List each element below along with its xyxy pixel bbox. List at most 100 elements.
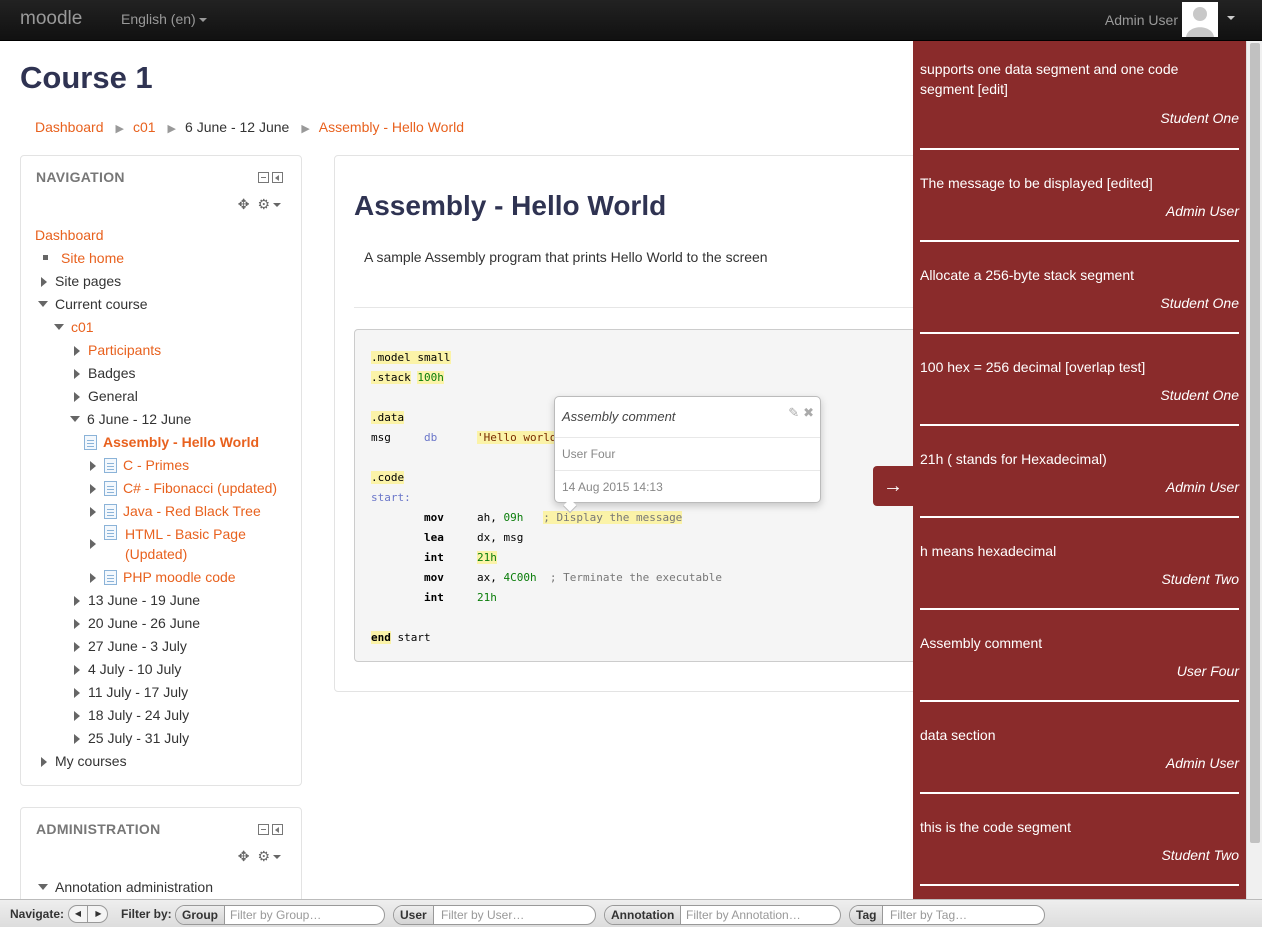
annotation-item[interactable]: 100 hex = 256 decimal [overlap test] Stu… [913, 337, 1246, 429]
nav-week-jul18[interactable]: 18 July - 24 July [74, 706, 189, 724]
code-token[interactable]: .stack [371, 371, 411, 384]
course-title: Course 1 [20, 60, 153, 95]
sidebar-scrollbar[interactable] [1246, 41, 1262, 899]
expand-icon[interactable] [90, 573, 96, 583]
language-menu[interactable]: English (en) [121, 11, 207, 27]
minimize-icon[interactable] [258, 172, 269, 183]
annotation-item[interactable]: Assembly comment User Four [913, 613, 1246, 705]
annotation-item[interactable]: h means hexadecimal Student Two [913, 521, 1246, 613]
user-menu-name[interactable]: Admin User [1105, 12, 1178, 28]
expand-icon[interactable] [74, 392, 80, 402]
collapse-icon[interactable] [38, 884, 48, 890]
expand-icon[interactable] [41, 277, 47, 287]
tag-filter-input[interactable] [890, 907, 1040, 923]
annotation-item[interactable]: The message to be displayed [edited] Adm… [913, 153, 1246, 245]
user-filter-input[interactable] [441, 907, 591, 923]
breadcrumb-dashboard[interactable]: Dashboard [35, 119, 104, 135]
expand-icon[interactable] [74, 642, 80, 652]
nav-site-home[interactable]: Site home [41, 249, 124, 267]
pencil-icon[interactable]: ✎ [788, 405, 799, 420]
annotation-item[interactable]: this is the code segment Student Two [913, 797, 1246, 889]
nav-participants[interactable]: Participants [74, 341, 161, 359]
close-icon[interactable]: ✖ [803, 405, 814, 420]
annotation-item[interactable]: 21h ( stands for Hexadecimal) Admin User [913, 429, 1246, 521]
nav-html-expand[interactable] [90, 525, 117, 552]
nav-my-courses[interactable]: My courses [41, 752, 127, 770]
code-token[interactable]: .model [371, 351, 411, 364]
nav-csharp[interactable]: C# - Fibonacci (updated) [90, 479, 277, 497]
dock-icon[interactable] [272, 824, 283, 835]
annotation-item[interactable]: data section Admin User [913, 705, 1246, 797]
expand-icon[interactable] [74, 346, 80, 356]
site-brand[interactable]: moodle [20, 8, 82, 30]
collapse-icon[interactable] [54, 324, 64, 330]
annotation-user: Student One [1160, 387, 1239, 403]
user-menu-caret-icon[interactable] [1227, 16, 1235, 20]
nav-dashboard[interactable]: Dashboard [35, 226, 104, 244]
nav-week-jun20[interactable]: 20 June - 26 June [74, 614, 200, 632]
expand-icon[interactable] [74, 619, 80, 629]
nav-site-pages[interactable]: Site pages [41, 272, 121, 290]
expand-icon[interactable] [90, 539, 96, 549]
annotation-item[interactable]: Allocate a 256-byte stack segment Studen… [913, 245, 1246, 337]
expand-icon[interactable] [74, 369, 80, 379]
nav-current-course[interactable]: Current course [38, 295, 148, 313]
code-token[interactable]: 100h [417, 371, 444, 384]
admin-annotation-admin[interactable]: Annotation administration [38, 878, 213, 896]
code-token[interactable]: ; Display the message [543, 511, 683, 524]
chevron-down-icon[interactable] [273, 203, 281, 208]
previous-annotation-button[interactable]: ◀ [69, 906, 88, 922]
expand-icon[interactable] [41, 757, 47, 767]
nav-week-jun13[interactable]: 13 June - 19 June [74, 591, 200, 609]
breadcrumb: Dashboard ▶ c01 ▶ 6 June - 12 June ▶ Assembly … [35, 119, 464, 135]
move-icon[interactable]: ✥ [238, 848, 250, 864]
expand-icon[interactable] [74, 688, 80, 698]
dock-icon[interactable] [272, 172, 283, 183]
nav-c-primes[interactable]: C - Primes [90, 456, 189, 474]
breadcrumb-current[interactable]: Assembly - Hello World [319, 119, 464, 135]
code-token[interactable]: small [417, 351, 451, 364]
scrollbar-thumb[interactable] [1250, 43, 1260, 843]
nav-week-jun27[interactable]: 27 June - 3 July [74, 637, 187, 655]
chevron-down-icon[interactable] [273, 855, 281, 860]
nav-week-jul25[interactable]: 25 July - 31 July [74, 729, 189, 747]
nav-html-label-2[interactable]: (Updated) [125, 545, 187, 563]
nav-html-label-1[interactable]: HTML - Basic Page [125, 525, 246, 543]
next-annotation-button[interactable]: ▶ [89, 906, 108, 922]
code-token[interactable]: end [371, 631, 391, 644]
nav-week-jul4[interactable]: 4 July - 10 July [74, 660, 181, 678]
move-icon[interactable]: ✥ [238, 196, 250, 212]
breadcrumb-week[interactable]: 6 June - 12 June [185, 119, 289, 135]
code-token[interactable]: 21h [476, 551, 497, 564]
collapse-icon[interactable] [70, 416, 80, 422]
code-token[interactable]: .code [371, 471, 405, 484]
minimize-icon[interactable] [258, 824, 269, 835]
avatar[interactable] [1182, 2, 1218, 37]
breadcrumb-c01[interactable]: c01 [133, 119, 156, 135]
collapse-icon[interactable] [38, 301, 48, 307]
expand-icon[interactable] [74, 596, 80, 606]
expand-icon[interactable] [74, 734, 80, 744]
nav-assembly[interactable]: Assembly - Hello World [84, 433, 259, 451]
nav-general[interactable]: General [74, 387, 138, 405]
nav-badges[interactable]: Badges [74, 364, 135, 382]
nav-c01[interactable]: c01 [54, 318, 94, 336]
nav-week-jun6[interactable]: 6 June - 12 June [70, 410, 191, 428]
expand-icon[interactable] [90, 507, 96, 517]
expand-icon[interactable] [90, 461, 96, 471]
gear-icon[interactable]: ⚙ [257, 196, 270, 212]
sidebar-toggle-button[interactable]: → [873, 466, 913, 506]
code-token[interactable]: .data [371, 411, 405, 424]
expand-icon[interactable] [74, 665, 80, 675]
code-token[interactable]: 'Hello world [477, 431, 557, 444]
gear-icon[interactable]: ⚙ [257, 848, 270, 864]
annotation-item[interactable]: supports one data segment and one code s… [913, 41, 1246, 150]
group-filter-input[interactable] [230, 907, 380, 923]
nav-php[interactable]: PHP moodle code [90, 568, 236, 586]
expand-icon[interactable] [90, 484, 96, 494]
nav-week-jul11[interactable]: 11 July - 17 July [74, 683, 188, 701]
annotation-filter-input[interactable] [686, 907, 838, 923]
nav-java[interactable]: Java - Red Black Tree [90, 502, 261, 520]
nav-week-jul18-label: 18 July - 24 July [88, 707, 190, 723]
expand-icon[interactable] [74, 711, 80, 721]
